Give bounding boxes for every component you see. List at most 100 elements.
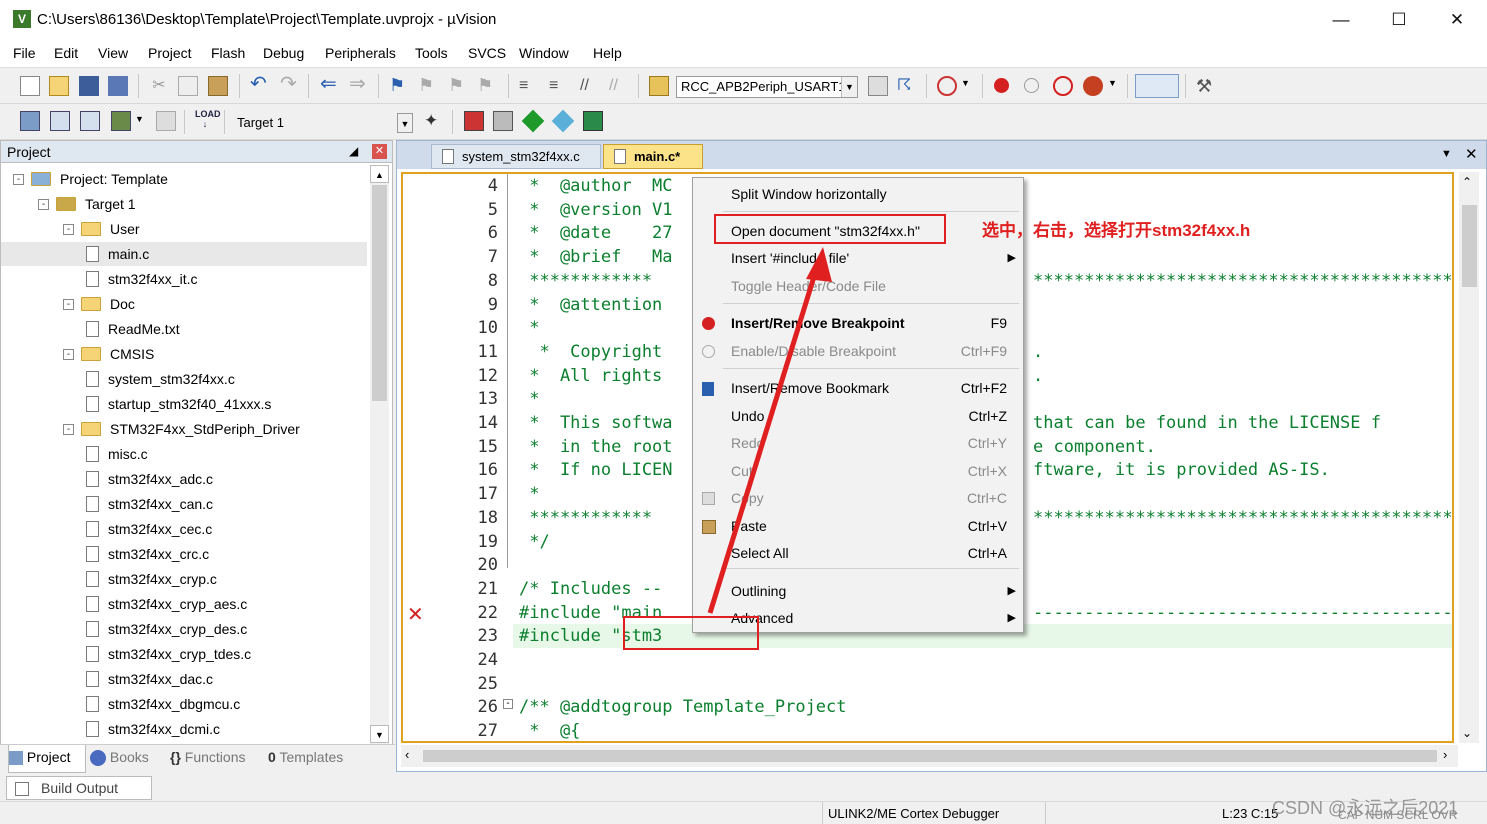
redo-icon[interactable]: ↷ xyxy=(280,74,300,94)
tree-item[interactable]: - Doc xyxy=(1,292,367,316)
nav-forward-icon[interactable]: ⇒ xyxy=(349,74,369,94)
scrollbar[interactable]: ▲ ▼ xyxy=(370,165,389,745)
pin-icon[interactable]: ◢ xyxy=(349,144,358,158)
rebuild-icon[interactable] xyxy=(80,111,100,131)
editor-hscroll[interactable]: ‹ › xyxy=(401,745,1458,767)
scroll-left-icon[interactable]: ‹ xyxy=(405,747,409,762)
breakpoint-disabled-icon[interactable] xyxy=(1024,78,1039,93)
menu-debug[interactable]: Debug xyxy=(263,45,304,61)
tab-main-c[interactable]: main.c* xyxy=(603,144,703,169)
window-layout-icon[interactable] xyxy=(1135,74,1179,98)
menu-view[interactable]: View xyxy=(98,45,128,61)
close-icon[interactable]: ✕ xyxy=(1443,8,1471,32)
find-combo[interactable]: RCC_APB2Periph_USART1 xyxy=(676,76,858,98)
tree-item[interactable]: startup_stm32f40_41xxx.s xyxy=(1,392,367,416)
uncomment-icon[interactable]: // xyxy=(609,76,629,96)
tree-item[interactable]: stm32f4xx_adc.c xyxy=(1,467,367,491)
close-icon[interactable]: ✕ xyxy=(1465,145,1478,163)
pack-installer-icon[interactable] xyxy=(521,109,545,133)
tree-item[interactable]: stm32f4xx_cryp.c xyxy=(1,567,367,591)
tree-item[interactable]: - Target 1 xyxy=(1,192,367,216)
breakpoint-icon[interactable] xyxy=(994,78,1009,93)
kill-all-breakpoints-icon[interactable] xyxy=(1083,76,1103,96)
tab-books[interactable]: Books xyxy=(90,749,149,767)
disable-all-breakpoints-icon[interactable] xyxy=(1053,76,1073,96)
tree-item[interactable]: stm32f4xx_cryp_des.c xyxy=(1,617,367,641)
scroll-right-icon[interactable]: › xyxy=(1443,747,1447,762)
scroll-down-icon[interactable]: ⌄ xyxy=(1462,726,1472,740)
tree-item[interactable]: misc.c xyxy=(1,442,367,466)
indent-icon[interactable]: ≡ xyxy=(519,76,539,96)
tab-project[interactable]: Project xyxy=(8,745,86,773)
find-in-files-icon[interactable] xyxy=(649,76,669,96)
context-menu-item[interactable]: Split Window horizontally xyxy=(693,181,1023,208)
nav-back-icon[interactable]: ⇐ xyxy=(320,74,340,94)
tree-item[interactable]: stm32f4xx_dbgmcu.c xyxy=(1,692,367,716)
run-time-environment-icon[interactable] xyxy=(583,111,603,131)
target-options-icon[interactable]: ✦ xyxy=(424,111,444,131)
save-icon[interactable] xyxy=(79,76,99,96)
tree-item[interactable]: stm32f4xx_dac.c xyxy=(1,667,367,691)
tab-functions[interactable]: {} Functions xyxy=(170,749,246,765)
tab-system-stm32f4xx-c[interactable]: system_stm32f4xx.c xyxy=(431,144,601,169)
fold-toggle[interactable]: - xyxy=(503,699,513,709)
cut-icon[interactable]: ✂ xyxy=(149,76,169,96)
tree-item[interactable]: stm32f4xx_cryp_tdes.c xyxy=(1,642,367,666)
paste-icon[interactable] xyxy=(208,76,228,96)
undo-icon[interactable]: ↶ xyxy=(250,74,270,94)
tree-toggle[interactable]: - xyxy=(63,424,74,435)
manage-project-icon[interactable] xyxy=(464,111,484,131)
tree-toggle[interactable]: - xyxy=(63,224,74,235)
tree-item[interactable]: - User xyxy=(1,217,367,241)
tree-item[interactable]: stm32f4xx_can.c xyxy=(1,492,367,516)
menu-help[interactable]: Help xyxy=(593,45,622,61)
tree-item[interactable]: stm32f4xx_dcmi.c xyxy=(1,717,367,741)
unindent-icon[interactable]: ≡ xyxy=(549,76,569,96)
new-file-icon[interactable] xyxy=(20,76,40,96)
tree-toggle[interactable]: - xyxy=(13,174,24,185)
bookmark-prev-icon[interactable]: ⚑ xyxy=(418,75,438,95)
scroll-thumb[interactable] xyxy=(372,185,387,401)
menu-peripherals[interactable]: Peripherals xyxy=(325,45,396,61)
bookmark-next-icon[interactable]: ⚑ xyxy=(448,75,468,95)
copy-icon[interactable] xyxy=(178,76,198,96)
scroll-up-icon[interactable]: ▲ xyxy=(370,165,389,183)
comment-icon[interactable]: // xyxy=(580,76,600,96)
menu-edit[interactable]: Edit xyxy=(54,45,78,61)
debug-session-icon[interactable] xyxy=(937,76,957,96)
tree-item[interactable]: ReadMe.txt xyxy=(1,317,367,341)
file-extensions-icon[interactable] xyxy=(493,111,513,131)
tab-templates[interactable]: 0 Templates xyxy=(268,749,343,765)
tree-toggle[interactable]: - xyxy=(38,199,49,210)
tree-item[interactable]: - CMSIS xyxy=(1,342,367,366)
tree-item[interactable]: stm32f4xx_crc.c xyxy=(1,542,367,566)
select-packs-icon[interactable] xyxy=(551,109,575,133)
batch-build-icon[interactable] xyxy=(111,111,131,131)
minimize-icon[interactable]: — xyxy=(1327,8,1355,32)
scroll-up-icon[interactable]: ⌃ xyxy=(1462,175,1472,189)
tree-item[interactable]: - Project: Template xyxy=(1,167,367,191)
tree-item[interactable]: stm32f4xx_cec.c xyxy=(1,517,367,541)
tree-item[interactable]: stm32f4xx_it.c xyxy=(1,267,367,291)
scroll-down-icon[interactable]: ▼ xyxy=(370,725,389,743)
find-icon[interactable] xyxy=(868,76,888,96)
build-icon[interactable] xyxy=(50,111,70,131)
scroll-thumb[interactable] xyxy=(1462,205,1477,287)
chevron-down-icon[interactable]: ▼ xyxy=(841,77,857,97)
bookmark-icon[interactable]: ⚑ xyxy=(389,75,409,95)
save-all-icon[interactable] xyxy=(108,76,128,96)
chevron-down-icon[interactable]: ▼ xyxy=(135,114,145,134)
tab-build-output[interactable]: Build Output xyxy=(6,776,152,800)
editor-vscroll[interactable]: ⌃ ⌄ xyxy=(1459,172,1479,743)
tree-item[interactable]: main.c xyxy=(1,242,367,266)
close-icon[interactable]: ✕ xyxy=(372,144,387,159)
tree-item[interactable]: stm32f4xx_cryp_aes.c xyxy=(1,592,367,616)
tree-toggle[interactable]: - xyxy=(63,299,74,310)
tree-item[interactable]: system_stm32f4xx.c xyxy=(1,367,367,391)
chevron-down-icon[interactable]: ▼ xyxy=(1441,148,1452,160)
open-folder-icon[interactable] xyxy=(49,76,69,96)
tree-item[interactable]: - STM32F4xx_StdPeriph_Driver xyxy=(1,417,367,441)
menu-svcs[interactable]: SVCS xyxy=(468,45,506,61)
bookmark-clear-icon[interactable]: ⚑ xyxy=(477,75,497,95)
configure-icon[interactable]: ⚒ xyxy=(1196,76,1216,96)
